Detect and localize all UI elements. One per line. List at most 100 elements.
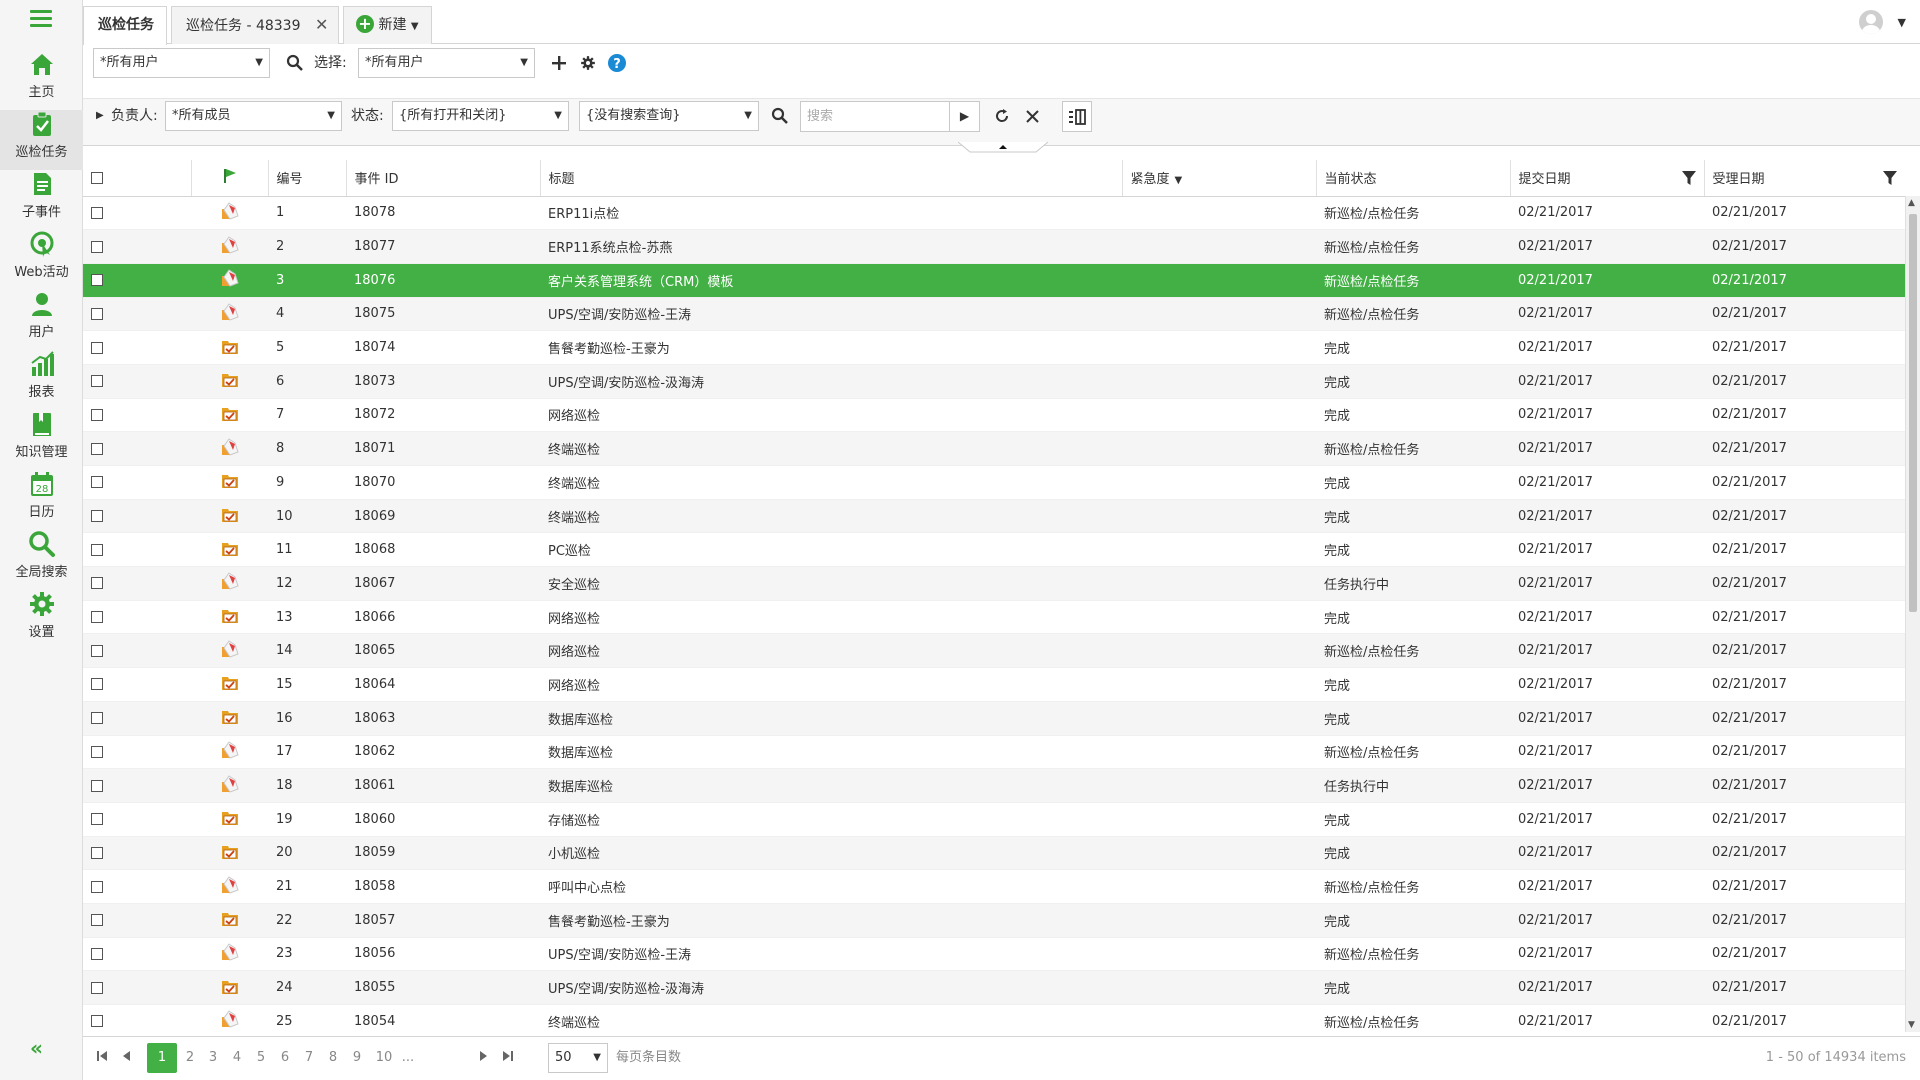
row-checkbox-cell[interactable] (83, 970, 191, 1005)
row-checkbox-cell[interactable] (83, 566, 191, 601)
settings-button[interactable] (573, 48, 603, 78)
hamburger-menu-icon[interactable] (30, 10, 52, 28)
row-checkbox[interactable] (91, 274, 103, 287)
row-checkbox[interactable] (91, 947, 103, 960)
row-checkbox-cell[interactable] (83, 364, 191, 399)
sidebar-item-inspection[interactable]: 巡检任务 (0, 110, 83, 170)
table-row[interactable]: 24 18055 UPS/空调/安防巡检-汲海涛 完成 02/21/2017 02/21/… (83, 970, 1905, 1005)
row-checkbox[interactable] (91, 914, 103, 927)
sidebar-item-knowledge[interactable]: 知识管理 (0, 410, 83, 470)
scrollbar-thumb[interactable] (1909, 214, 1917, 612)
status-select[interactable]: {所有打开和关闭} ▼ (392, 101, 569, 131)
row-checkbox-cell[interactable] (83, 499, 191, 534)
page-link[interactable]: 1 (147, 1043, 177, 1073)
row-checkbox[interactable] (91, 1015, 103, 1028)
row-checkbox[interactable] (91, 678, 103, 691)
scroll-down-icon[interactable]: ▼ (1908, 1020, 1915, 1030)
table-row[interactable]: 22 18057 售餐考勤巡检-王豪为 完成 02/21/2017 02/21/2017 (83, 903, 1905, 938)
row-checkbox[interactable] (91, 375, 103, 388)
user-menu[interactable]: ▼ (1859, 10, 1906, 34)
page-link[interactable]: 9 (346, 1043, 368, 1073)
close-icon[interactable]: ✕ (315, 15, 328, 34)
row-checkbox[interactable] (91, 206, 103, 219)
page-link[interactable]: 8 (322, 1043, 344, 1073)
table-row[interactable]: 13 18066 网络巡检 完成 02/21/2017 02/21/2017 (83, 600, 1905, 635)
table-row[interactable]: 10 18069 终端巡检 完成 02/21/2017 02/21/2017 (83, 499, 1905, 534)
row-checkbox-cell[interactable] (83, 1004, 191, 1032)
column-header-number[interactable]: 编号 (268, 160, 347, 197)
row-checkbox-cell[interactable] (83, 398, 191, 433)
row-checkbox[interactable] (91, 577, 103, 590)
table-row[interactable]: 6 18073 UPS/空调/安防巡检-汲海涛 完成 02/21/2017 02/21/2… (83, 364, 1905, 399)
sidebar-item-global-search[interactable]: 全局搜索 (0, 530, 83, 590)
sidebar-item-calendar[interactable]: 28 日历 (0, 470, 83, 530)
row-checkbox[interactable] (91, 644, 103, 657)
table-row[interactable]: 4 18075 UPS/空调/安防巡检-王涛 新巡检/点检任务 02/21/2017 02… (83, 297, 1905, 332)
page-link[interactable]: 7 (298, 1043, 320, 1073)
row-checkbox-cell[interactable] (83, 802, 191, 837)
table-row[interactable]: 16 18063 数据库巡检 完成 02/21/2017 02/21/2017 (83, 701, 1905, 736)
expand-filter-icon[interactable]: ▶ (96, 101, 104, 131)
tab-inspection-tasks[interactable]: 巡检任务 (83, 6, 167, 45)
row-checkbox[interactable] (91, 981, 103, 994)
table-row[interactable]: 15 18064 网络巡检 完成 02/21/2017 02/21/2017 (83, 667, 1905, 702)
row-checkbox[interactable] (91, 307, 103, 320)
table-row[interactable]: 9 18070 终端巡检 完成 02/21/2017 02/21/2017 (83, 465, 1905, 500)
table-row[interactable]: 18 18061 数据库巡检 任务执行中 02/21/2017 02/21/2017 (83, 768, 1905, 803)
row-checkbox[interactable] (91, 341, 103, 354)
table-row[interactable]: 21 18058 呼叫中心点检 新巡检/点检任务 02/21/2017 02/21/201… (83, 869, 1905, 904)
filter-icon[interactable] (1681, 171, 1696, 185)
table-row[interactable]: 1 18078 ERP11i点检 新巡检/点检任务 02/21/2017 02/21/20… (83, 196, 1905, 231)
row-checkbox[interactable] (91, 880, 103, 893)
row-checkbox-cell[interactable] (83, 600, 191, 635)
table-row[interactable]: 25 18054 终端巡检 新巡检/点检任务 02/21/2017 02/21/2017 (83, 1004, 1905, 1032)
add-button[interactable] (544, 48, 574, 78)
row-checkbox-cell[interactable] (83, 196, 191, 231)
select-all-header[interactable] (83, 160, 192, 197)
table-row[interactable]: 19 18060 存储巡检 完成 02/21/2017 02/21/2017 (83, 802, 1905, 837)
page-link[interactable]: 2 (179, 1043, 201, 1073)
row-checkbox[interactable] (91, 779, 103, 792)
row-checkbox-cell[interactable] (83, 768, 191, 803)
table-row[interactable]: 20 18059 小机巡检 完成 02/21/2017 02/21/2017 (83, 836, 1905, 871)
page-link[interactable]: 3 (202, 1043, 224, 1073)
row-checkbox[interactable] (91, 408, 103, 421)
first-page-button[interactable] (91, 1043, 113, 1073)
column-header-title[interactable]: 标题 (540, 160, 1123, 197)
column-header-urgency[interactable]: 紧急度 ▼ (1122, 160, 1317, 197)
row-checkbox[interactable] (91, 813, 103, 826)
row-checkbox[interactable] (91, 611, 103, 624)
filter-icon[interactable] (1882, 171, 1897, 185)
owner-select[interactable]: *所有成员 ▼ (165, 101, 342, 131)
column-layout-button[interactable] (1062, 101, 1092, 132)
row-checkbox[interactable] (91, 442, 103, 455)
table-row[interactable]: 2 18077 ERP11系统点检-苏燕 新巡检/点检任务 02/21/2017 02/2… (83, 229, 1905, 264)
row-checkbox-cell[interactable] (83, 735, 191, 770)
tab-inspection-task-48339[interactable]: 巡检任务 - 48339 ✕ (171, 6, 339, 44)
row-checkbox-cell[interactable] (83, 633, 191, 669)
prev-page-button[interactable] (115, 1043, 137, 1073)
help-button[interactable]: ? (602, 48, 632, 78)
table-row[interactable]: 23 18056 UPS/空调/安防巡检-王涛 新巡检/点检任务 02/21/2017 0… (83, 937, 1905, 972)
last-page-button[interactable] (497, 1043, 519, 1073)
row-checkbox[interactable] (91, 510, 103, 523)
column-header-status[interactable]: 当前状态 (1316, 160, 1511, 197)
table-row[interactable]: 7 18072 网络巡检 完成 02/21/2017 02/21/2017 (83, 398, 1905, 433)
row-checkbox-cell[interactable] (83, 903, 191, 938)
row-checkbox[interactable] (91, 476, 103, 489)
column-header-accept-date[interactable]: 受理日期 (1704, 160, 1905, 197)
saved-query-select[interactable]: {没有搜索查询} ▼ (579, 101, 759, 131)
row-checkbox-cell[interactable] (83, 465, 191, 500)
table-row[interactable]: 5 18074 售餐考勤巡检-王豪为 完成 02/21/2017 02/21/2017 (83, 330, 1905, 365)
row-checkbox[interactable] (91, 240, 103, 253)
page-link[interactable]: 6 (274, 1043, 296, 1073)
flag-column-header[interactable] (191, 160, 269, 197)
sidebar-item-web-activity[interactable]: Web活动 (0, 230, 83, 290)
row-checkbox-cell[interactable] (83, 937, 191, 972)
search-button[interactable] (280, 48, 310, 78)
clear-button[interactable] (1017, 101, 1047, 131)
row-checkbox[interactable] (91, 846, 103, 859)
row-checkbox[interactable] (91, 543, 103, 556)
sidebar-item-subevents[interactable]: 子事件 (0, 170, 83, 230)
search-input[interactable] (800, 101, 950, 132)
